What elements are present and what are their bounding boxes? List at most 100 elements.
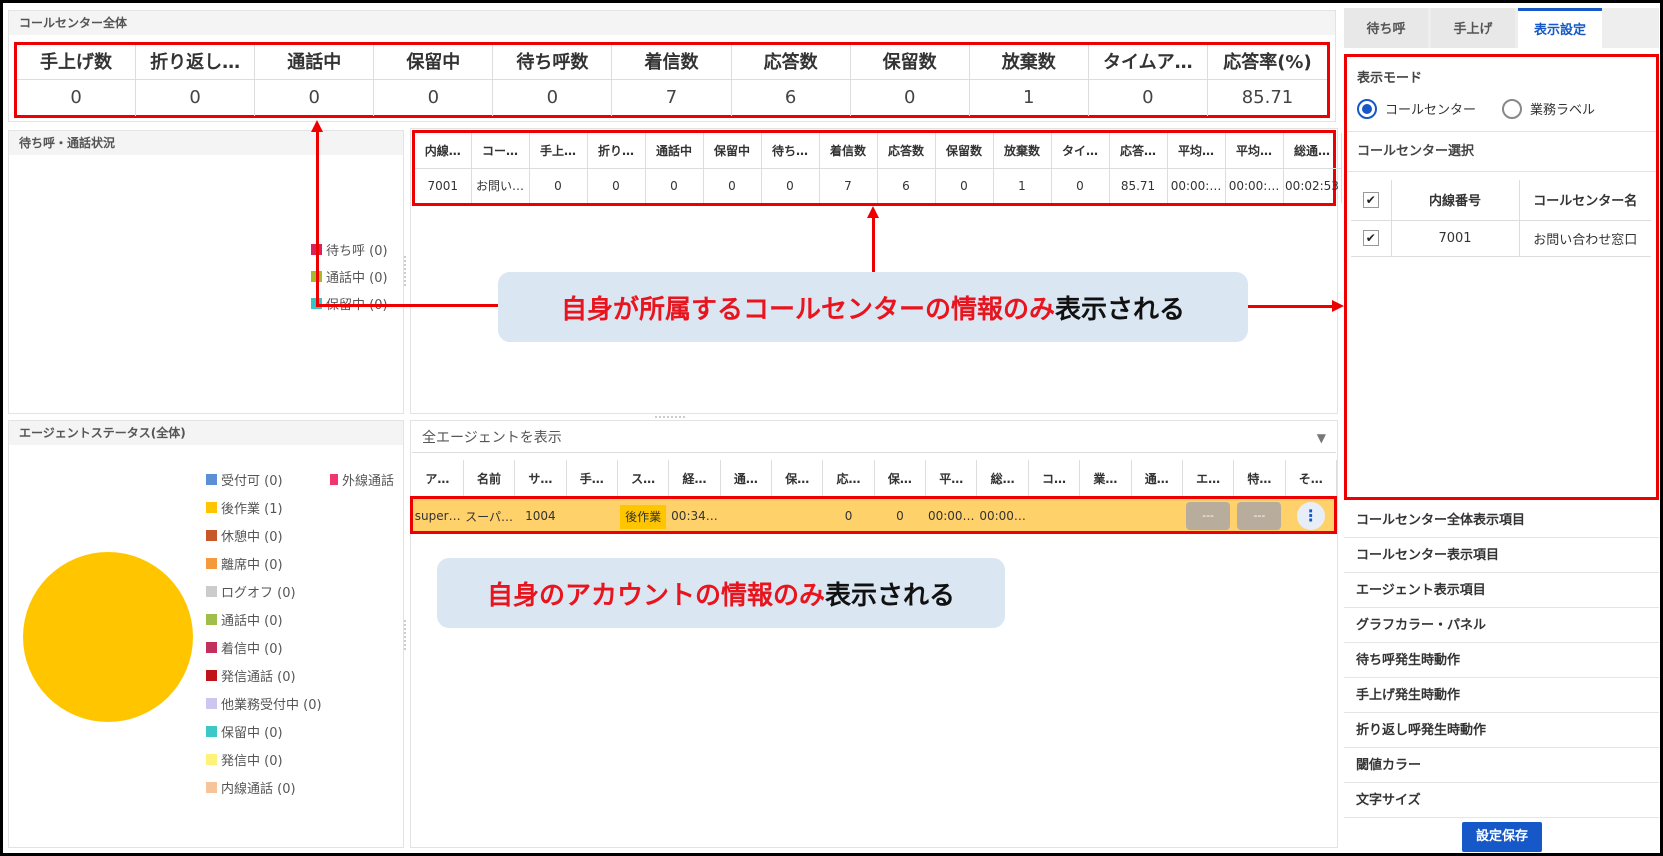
summary-header: 通話中 [255,45,374,80]
legend-label: 離席中 (0) [221,558,283,573]
center-select-label: コールセンター選択 [1347,132,1656,172]
agent-table-header[interactable]: 業… [1079,460,1132,499]
summary-col: 待ち呼数 0 [493,45,613,116]
legend-label: 発信中 (0) [221,754,283,769]
agent-table-header[interactable]: 特… [1233,460,1286,499]
more-options-icon[interactable]: ⋮ [1296,502,1325,531]
agent-table-header[interactable]: 応… [822,460,875,499]
agent-legend-item[interactable]: 発信通話 (0) [206,666,296,685]
agent-legend-item[interactable]: 休憩中 (0) [206,526,283,545]
center-table-header[interactable]: コー… [471,133,530,169]
agent-table-header[interactable]: エ… [1182,460,1235,499]
center-table-cell: 0 [645,168,704,203]
agent-table-header[interactable]: 保… [874,460,927,499]
center-table-header[interactable]: 内線… [415,133,472,169]
center-table-header[interactable]: 保留中 [703,133,762,169]
center-table-header[interactable]: 応答… [1109,133,1168,169]
agent-table-header[interactable]: 総… [976,460,1029,499]
agent-table-header[interactable]: 名前 [463,460,516,499]
agent-table-header[interactable]: 保… [771,460,824,499]
legend-swatch [206,670,217,681]
settings-menu-item[interactable]: 待ち呼発生時動作 [1344,643,1659,678]
settings-menu-item[interactable]: 閾値カラー [1344,748,1659,783]
center-table-header[interactable]: 通話中 [645,133,704,169]
row-checkbox[interactable]: ✔ [1362,230,1379,246]
center-table-header[interactable]: 着信数 [819,133,878,169]
center-table-header[interactable]: 平均… [1167,133,1226,169]
settings-menu-item[interactable]: 文字サイズ [1344,783,1659,818]
summary-header: 手上げ数 [17,45,136,80]
agent-legend-item[interactable]: 通話中 (0) [206,610,283,629]
agent-table-header[interactable]: 通… [1131,460,1183,499]
agent-table-header[interactable]: ス… [617,460,670,499]
agent-row[interactable]: super… スーパ… 1004 後作業 00:34… 0 0 00:00… 00:00… ---… [412,498,1337,534]
agent-status-pie [23,552,193,722]
arrow-line [872,216,875,272]
agent-cell-action: --- [1182,498,1234,534]
agent-table-header[interactable]: 平… [925,460,978,499]
center-table-cell: 0 [529,168,588,203]
summary-value: 0 [70,87,82,108]
agent-legend-item[interactable]: 発信中 (0) [206,750,283,769]
center-table-header[interactable]: タイ… [1051,133,1110,169]
agent-legend-item[interactable]: 離席中 (0) [206,554,283,573]
agent-table-header[interactable]: そ… [1285,460,1338,499]
status-badge: 後作業 [620,504,667,529]
agent-table-header[interactable]: 通… [720,460,773,499]
tab-waiting[interactable]: 待ち呼 [1344,8,1428,48]
agent-action-button[interactable]: --- [1237,502,1282,531]
center-table-header[interactable]: 保留数 [935,133,994,169]
agent-legend-item-extra[interactable]: 外線通話 [330,470,394,489]
waiting-legend-item[interactable]: 待ち呼 (0) [311,240,388,259]
center-table-header[interactable]: 待ち… [761,133,820,169]
agent-table-header[interactable]: 手… [566,460,618,499]
summary-header: 放棄数 [969,45,1088,80]
agent-table-header[interactable]: コ… [1028,460,1081,499]
agent-legend-item[interactable]: 内線通話 (0) [206,778,296,797]
center-table-header[interactable]: 折り… [587,133,646,169]
callout-center-info: 自身が所属するコールセンターの情報のみ 表示される [498,272,1248,342]
agent-legend-item[interactable]: 他業務受付中 (0) [206,694,322,713]
center-table-cell: 0 [1051,168,1110,203]
waiting-legend-item[interactable]: 通話中 (0) [311,267,388,286]
agent-legend-item[interactable]: 保留中 (0) [206,722,283,741]
splitter-handle-top[interactable] [655,416,685,420]
legend-label: 通話中 (0) [326,271,388,286]
agent-table-header[interactable]: サ… [514,460,567,499]
center-table-cell: 0 [761,168,820,203]
agent-legend-item[interactable]: 受付可 (0) [206,470,283,489]
arrow-line [316,304,498,307]
settings-menu-item[interactable]: グラフカラー・パネル [1344,608,1659,643]
mode-radio-label[interactable] [1502,98,1523,119]
legend-label: 保留中 (0) [221,726,283,741]
agent-table-header[interactable]: 経… [668,460,721,499]
center-table-header[interactable]: 放棄数 [993,133,1052,169]
agent-cell-menu: ⋮ [1285,498,1337,534]
settings-menu-item[interactable]: コールセンター表示項目 [1344,538,1659,573]
select-all-checkbox[interactable]: ✔ [1362,191,1379,208]
tab-raise-hand[interactable]: 手上げ [1431,8,1515,48]
agent-legend-item[interactable]: 後作業 (1) [206,498,283,517]
settings-menu-item[interactable]: エージェント表示項目 [1344,573,1659,608]
agent-table-cell [771,498,823,534]
tab-display-settings[interactable]: 表示設定 [1518,8,1602,48]
center-table-cell: 7 [819,168,878,203]
center-table-header[interactable]: 平均… [1225,133,1284,169]
center-table-header[interactable]: 手上… [529,133,588,169]
legend-label: 通話中 (0) [221,614,283,629]
settings-menu-item[interactable]: 折り返し呼発生時動作 [1344,713,1659,748]
summary-header: 応答率(%) [1207,45,1327,80]
settings-menu-item[interactable]: コールセンター全体表示項目 [1344,503,1659,538]
agent-legend-item[interactable]: ログオフ (0) [206,582,296,601]
summary-value: 0 [189,87,201,108]
agent-table-header[interactable]: ア… [412,460,464,499]
center-table-header[interactable]: 応答数 [877,133,936,169]
save-settings-button[interactable]: 設定保存 [1462,822,1542,852]
center-table-header[interactable]: 総通… [1283,133,1342,169]
agent-action-button[interactable]: --- [1186,502,1231,531]
agent-legend-item[interactable]: 着信中 (0) [206,638,283,657]
agent-filter-select[interactable]: 全エージェントを表示 ▼ [412,423,1336,453]
settings-menu-item[interactable]: 手上げ発生時動作 [1344,678,1659,713]
agent-table-cell [566,498,618,534]
mode-radio-center[interactable] [1357,98,1377,119]
